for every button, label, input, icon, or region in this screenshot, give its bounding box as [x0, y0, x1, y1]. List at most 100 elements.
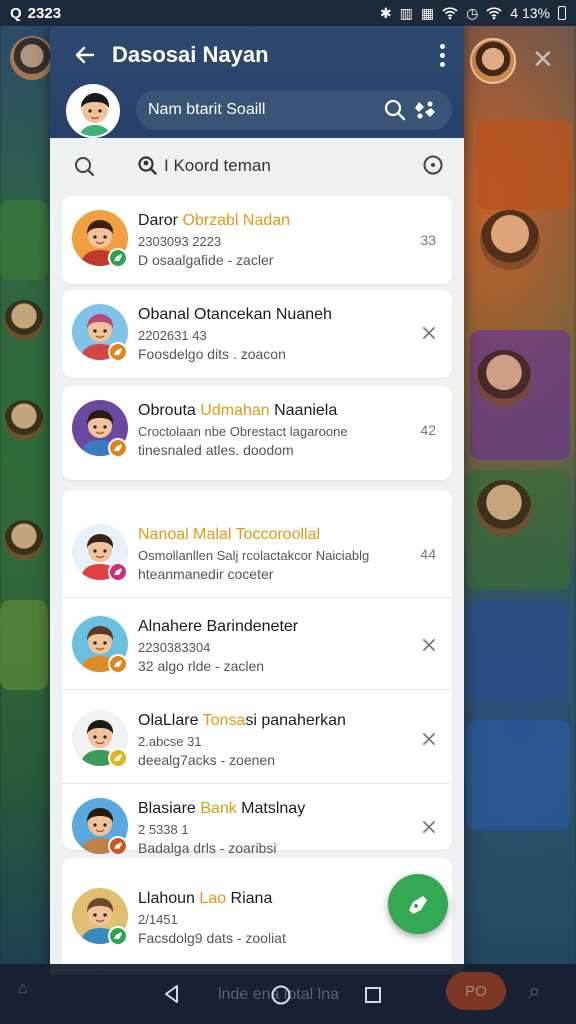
name-part: Obanal Otancekan Nuaneh — [138, 306, 332, 323]
row-divider — [62, 597, 452, 598]
name-highlight: Tonsa — [202, 712, 246, 729]
chat-row[interactable]: Nanoal Malal Toccoroollal Osmollanllen Sa… — [62, 510, 452, 598]
compose-icon — [409, 896, 427, 914]
status-bar: Q 2323 ✱ ▥ ▦ ◷ 4 13% — [0, 0, 576, 26]
search-icon — [384, 99, 406, 121]
background-face — [4, 300, 44, 340]
search-input[interactable] — [148, 101, 380, 119]
name-part: OlaLlare — [138, 712, 203, 729]
search-bar[interactable] — [136, 90, 452, 130]
search-button[interactable] — [380, 95, 410, 125]
filter-bar: I Koord teman — [50, 138, 464, 196]
chat-row[interactable]: OlaLlare Tonsasi panaherkan 2.abcse 31 dee… — [62, 696, 452, 784]
chat-row[interactable]: Obrouta Udmahan Naaniela Croctolaan nbe O… — [62, 386, 452, 474]
status-time: 2323 — [27, 4, 62, 22]
game-icon — [114, 932, 122, 939]
chat-subtitle: 2230383304 — [138, 640, 211, 655]
status-badge — [108, 248, 128, 268]
mute-icon[interactable] — [422, 732, 436, 749]
chat-row[interactable]: Obanal Otancekan Nuaneh 2202631 43 Foosdel… — [62, 290, 452, 378]
background-pill-text: PO — [465, 982, 487, 1000]
circle-home-icon — [271, 985, 291, 1005]
nav-back-button[interactable] — [162, 984, 182, 1009]
nav-home-button[interactable] — [270, 984, 292, 1011]
arrow-left-icon — [75, 46, 95, 64]
new-chat-button[interactable] — [388, 874, 448, 934]
name-highlight: Lao — [199, 890, 227, 907]
circle-dot-icon — [423, 155, 443, 175]
game-icon — [114, 444, 122, 451]
unread-count: 33 — [420, 232, 436, 248]
background-avatar — [10, 36, 54, 80]
search-person-icon — [138, 156, 157, 175]
bluetooth-icon: ✱ — [379, 4, 392, 21]
wifi-icon — [442, 7, 458, 20]
search-button[interactable] — [74, 156, 96, 183]
contact-name: OlaLlare Tonsasi panaherkan — [138, 712, 346, 730]
chat-subtitle: Croctolaan nbe Obrestact lagaroone — [138, 424, 348, 439]
chat-preview: tinesnaled atles. doodom — [138, 442, 294, 458]
name-part: Alnahere Barindeneter — [138, 618, 299, 635]
mute-icon[interactable] — [422, 820, 436, 837]
chat-subtitle: 2/1451 — [138, 912, 178, 927]
name-part: Llahoun — [138, 890, 200, 907]
contact-name: Daror Obrzabl Nadan — [138, 212, 290, 230]
name-rest: Riana — [226, 890, 273, 907]
chat-subtitle: Osmollanllen Salj rcolactakcor Naiciablg — [138, 548, 370, 563]
status-badge — [108, 562, 128, 582]
game-icon — [114, 842, 122, 849]
background-tile — [0, 200, 48, 280]
chat-row[interactable]: Daror Obrzabl Nadan 2303093 2223 D osaalga… — [62, 196, 452, 284]
unread-count: 42 — [420, 422, 436, 438]
background-face — [4, 400, 44, 440]
chat-preview: Badalga drls - zoaribsi — [138, 840, 277, 856]
mute-icon[interactable] — [422, 326, 436, 343]
background-search-icon: ⌕ — [528, 978, 541, 1003]
contact-name: Llahoun Lao Riana — [138, 890, 272, 908]
filter-button[interactable] — [410, 95, 440, 125]
background-face — [480, 210, 540, 270]
status-badge — [108, 926, 128, 946]
status-badge — [108, 438, 128, 458]
status-badge — [108, 836, 128, 856]
search-icon — [75, 157, 95, 177]
wifi-icon — [486, 7, 502, 20]
app-mark: Q — [10, 4, 22, 22]
navigation-bar: ⌂ lnde ena iotal lna PO ⌕ — [0, 964, 576, 1024]
chat-subtitle: 2.abcse 31 — [138, 734, 202, 749]
mute-icon[interactable] — [422, 638, 436, 655]
nav-recents-button[interactable] — [364, 986, 382, 1009]
background-tile — [476, 120, 572, 210]
close-icon[interactable]: ✕ — [532, 44, 554, 75]
unread-count: 44 — [420, 546, 436, 562]
chat-preview: 32 algo rlde - zaclen — [138, 658, 265, 674]
game-icon — [114, 568, 122, 575]
background-tile — [466, 600, 570, 700]
profile-avatar[interactable] — [66, 84, 120, 138]
chat-row[interactable]: Blasiare Bank Matslnay 2 5338 1 Badalga dr… — [62, 784, 452, 872]
friends-filter[interactable]: I Koord teman — [138, 156, 271, 176]
name-rest: Matslnay — [236, 800, 306, 817]
battery-icon — [558, 6, 566, 20]
alarm-icon: ◷ — [466, 4, 479, 21]
chat-preview: D osaalgafide - zacler — [138, 252, 274, 268]
more-options-button[interactable] — [432, 40, 452, 70]
background-pill: PO — [446, 972, 506, 1010]
contact-name: Obrouta Udmahan Naaniela — [138, 402, 337, 420]
background-tile — [466, 720, 570, 830]
background-avatar — [470, 38, 516, 84]
contact-name: Nanoal Malal Toccoroollal — [138, 526, 320, 544]
options-button[interactable] — [422, 154, 444, 181]
contact-name: Alnahere Barindeneter — [138, 618, 298, 636]
chat-row[interactable]: Alnahere Barindeneter 2230383304 32 algo r… — [62, 602, 452, 690]
background-home-icon: ⌂ — [18, 980, 28, 997]
chat-preview: hteanmanedir coceter — [138, 566, 274, 582]
contact-name: Obanal Otancekan Nuaneh — [138, 306, 332, 324]
filter-label: I Koord teman — [164, 156, 271, 175]
sim-icon: ▦ — [420, 4, 435, 21]
chat-preview: deealg7acks - zoenen — [138, 752, 275, 768]
name-highlight: Udmahan — [200, 402, 270, 419]
back-button[interactable] — [70, 40, 100, 70]
game-icon — [114, 754, 122, 761]
name-rest: Naaniela — [269, 402, 338, 419]
